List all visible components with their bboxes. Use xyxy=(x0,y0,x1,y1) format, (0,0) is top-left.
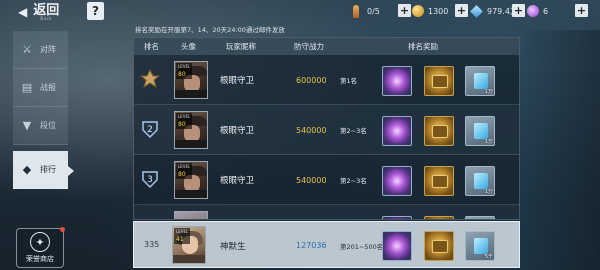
nav-item-rank-tier[interactable]: ▼ 段位 xyxy=(13,107,68,145)
honor-shop-button[interactable]: ✦ 荣誉商店 xyxy=(16,227,65,268)
reward-qty: 1万 xyxy=(484,139,493,145)
reward-gem-icon[interactable] xyxy=(382,216,412,219)
background-right-panel xyxy=(520,30,600,270)
rank-icon: ▼ xyxy=(22,119,32,132)
reward-chest-icon[interactable] xyxy=(424,116,454,146)
ammo-counter: 0/5 xyxy=(353,3,380,19)
left-nav: ⚔ 对阵 ▤ 战报 ▼ 段位 ◆ 排行 xyxy=(13,31,74,189)
nav-label: 排行 xyxy=(40,165,56,174)
add-coin-button[interactable]: + xyxy=(455,4,468,17)
defense-power: 600000 xyxy=(296,75,327,85)
nav-label: 对阵 xyxy=(40,45,56,54)
leaderboard-panel: 排名 头像 玩家昵称 防守战力 排名奖励 LEVEL 80 根眼守卫 600000… xyxy=(133,37,520,220)
reward-card-icon[interactable]: 1万 xyxy=(465,116,495,146)
shop-icon: ✦ xyxy=(30,232,50,252)
reward-chest-icon[interactable] xyxy=(424,166,454,196)
rank-1-badge-icon xyxy=(138,67,162,91)
my-rank: 335 xyxy=(144,240,160,249)
reward-qty: 5千 xyxy=(484,254,493,260)
my-defense-power: 127036 xyxy=(296,241,327,250)
reward-chest-icon[interactable] xyxy=(424,66,454,96)
back-sublabel: Back xyxy=(40,15,53,21)
reward-gem-icon[interactable] xyxy=(382,116,412,146)
header-avatar: 头像 xyxy=(181,42,196,51)
nav-item-leaderboard[interactable]: ◆ 排行 xyxy=(13,151,74,189)
rank-3-badge-icon: 3 xyxy=(138,167,162,191)
add-gem-button[interactable]: + xyxy=(512,4,525,17)
coin-counter: 1300 xyxy=(412,3,448,19)
reward-gem-icon[interactable] xyxy=(382,166,412,196)
defense-power: 540000 xyxy=(296,125,327,135)
back-arrow-icon: ◀ xyxy=(18,5,28,19)
reward-gem-icon[interactable] xyxy=(382,66,412,96)
nav-item-matchup[interactable]: ⚔ 对阵 xyxy=(13,31,68,69)
diamond-icon xyxy=(470,4,483,18)
reward-range: 第2~3名 xyxy=(340,177,367,185)
table-row[interactable]: 3 LEVEL 80 根眼守卫 540000 第2~3名 1万 xyxy=(134,155,519,205)
reward-qty: 1万 xyxy=(484,89,493,95)
my-rank-row[interactable]: 335 LEVEL 41 神默生 127036 第201~500名 5千 xyxy=(133,221,520,268)
player-name: 根眼守卫 xyxy=(220,126,255,136)
avatar[interactable] xyxy=(174,211,208,219)
swords-icon: ⚔ xyxy=(22,43,32,56)
my-reward-range: 第201~500名 xyxy=(340,242,384,251)
help-button[interactable]: ? xyxy=(87,2,104,20)
my-avatar[interactable]: LEVEL 41 xyxy=(172,226,206,264)
reward-chest-icon[interactable] xyxy=(424,216,454,219)
table-row[interactable]: LEVEL 80 根眼守卫 600000 第1名 1万 xyxy=(134,55,519,105)
add-purple-button[interactable]: + xyxy=(575,4,588,17)
avatar[interactable]: LEVEL 80 xyxy=(174,111,208,149)
nav-label: 战报 xyxy=(40,83,56,92)
coin-icon xyxy=(412,5,424,17)
reward-qty: 1万 xyxy=(484,189,493,195)
coin-value: 1300 xyxy=(428,6,449,16)
shop-label: 荣誉商店 xyxy=(26,255,54,263)
back-button[interactable]: ◀ 返回 Back xyxy=(18,2,78,22)
level-badge: LEVEL 41 xyxy=(174,228,191,244)
reward-card-icon[interactable]: 5千 xyxy=(465,231,495,261)
table-row[interactable]: 2 LEVEL 80 根眼守卫 540000 第2~3名 1万 xyxy=(134,105,519,155)
table-row[interactable] xyxy=(134,205,519,219)
purple-gem-icon xyxy=(527,5,539,17)
nav-item-report[interactable]: ▤ 战报 xyxy=(13,69,68,107)
nav-label: 段位 xyxy=(40,121,56,130)
reward-card-icon[interactable] xyxy=(465,216,495,219)
svg-text:2: 2 xyxy=(147,125,153,135)
reward-notice: 排名奖励在开服第7、14、20天24:00通过邮件发放 xyxy=(135,26,285,34)
header-rank: 排名 xyxy=(144,42,159,51)
header-reward: 排名奖励 xyxy=(408,42,438,51)
reward-chest-icon[interactable] xyxy=(424,231,454,261)
add-ammo-button[interactable]: + xyxy=(398,4,411,17)
reward-range: 第1名 xyxy=(340,77,358,85)
level-badge: LEVEL 80 xyxy=(176,163,193,179)
report-icon: ▤ xyxy=(21,81,33,94)
notification-dot xyxy=(60,227,65,232)
avatar[interactable]: LEVEL 80 xyxy=(174,61,208,99)
back-label: 返回 xyxy=(33,2,60,18)
defense-power: 540000 xyxy=(296,175,327,185)
svg-text:3: 3 xyxy=(147,175,153,185)
bullet-icon xyxy=(353,4,359,18)
purple-counter: 6 xyxy=(527,3,548,19)
player-name: 根眼守卫 xyxy=(220,176,255,186)
ammo-value: 0/5 xyxy=(367,6,380,16)
reward-card-icon[interactable]: 1万 xyxy=(465,66,495,96)
my-player-name: 神默生 xyxy=(220,241,246,252)
reward-card-icon[interactable]: 1万 xyxy=(465,166,495,196)
level-badge: LEVEL 80 xyxy=(176,113,193,129)
level-badge: LEVEL 80 xyxy=(176,63,193,79)
rank-2-badge-icon: 2 xyxy=(138,117,162,141)
table-header: 排名 头像 玩家昵称 防守战力 排名奖励 xyxy=(134,38,519,55)
leaderboard-icon: ◆ xyxy=(22,163,32,176)
reward-range: 第2~3名 xyxy=(340,127,367,135)
top-bar: ◀ 返回 Back ? 0/5 + 1300 + 979.4万 + 6 + xyxy=(0,0,600,22)
active-arrow-icon xyxy=(68,166,74,176)
avatar[interactable]: LEVEL 80 xyxy=(174,161,208,199)
purple-value: 6 xyxy=(543,6,549,16)
header-name: 玩家昵称 xyxy=(226,42,256,51)
back-text: 返回 Back xyxy=(33,4,59,21)
player-name: 根眼守卫 xyxy=(220,76,255,86)
header-power: 防守战力 xyxy=(294,42,324,51)
reward-gem-icon[interactable] xyxy=(382,231,412,261)
